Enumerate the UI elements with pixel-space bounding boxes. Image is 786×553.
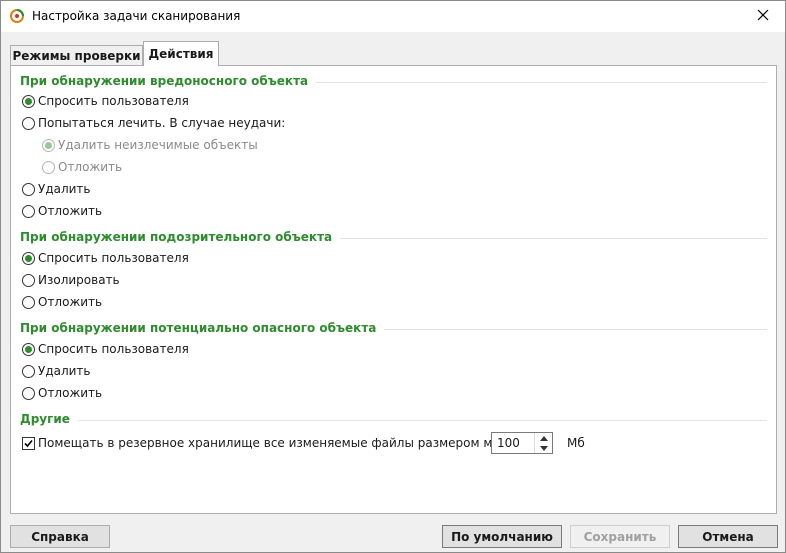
radio-label: Отложить [38,386,103,400]
section-title-other: Другие [20,412,78,426]
save-button[interactable]: Сохранить [570,525,670,548]
radio-indicator [22,295,35,309]
help-button[interactable]: Справка [10,525,110,548]
restore-defaults-button[interactable]: По умолчанию [442,525,562,548]
malicious-postpone-radio[interactable]: Отложить [22,204,102,218]
section-divider [20,420,767,421]
chevron-down-icon [539,445,548,451]
radio-indicator [42,138,55,152]
radio-indicator [22,94,35,108]
radio-label: Отложить [38,204,103,218]
tab-actions[interactable]: Действия [143,41,219,66]
spin-up-button[interactable] [535,433,552,443]
section-title-suspicious: При обнаружении подозрительного объекта [20,230,341,244]
dangerous-ask-user-radio[interactable]: Спросить пользователя [22,342,189,356]
section-title-malicious: При обнаружении вредоносного объекта [20,74,317,88]
radio-label: Изолировать [38,273,120,287]
close-icon [757,9,769,24]
radio-indicator [22,342,35,356]
radio-label: Отложить [38,295,103,309]
backup-checkbox-label: Помещать в резервное хранилище все измен… [38,436,523,450]
cancel-button[interactable]: Отмена [678,525,778,548]
malicious-try-cure-radio[interactable]: Попытаться лечить. В случае неудачи: [22,116,285,130]
dialog-window: Настройка задачи сканирования Режимы про… [0,0,786,553]
chevron-up-icon [539,435,548,441]
tab-scan-modes[interactable]: Режимы проверки [10,45,143,66]
dangerous-delete-radio[interactable]: Удалить [22,364,91,378]
radio-label: Удалить [38,182,91,196]
malicious-delete-incurable-radio[interactable]: Удалить неизлечимые объекты [42,138,258,152]
radio-indicator [22,251,35,265]
malicious-cure-postpone-radio[interactable]: Отложить [42,160,122,174]
malicious-ask-user-radio[interactable]: Спросить пользователя [22,94,189,108]
backup-checkbox[interactable] [22,436,35,450]
size-unit-label: Мб [567,436,585,450]
radio-label: Попытаться лечить. В случае неудачи: [38,116,286,130]
section-title-potentially-dangerous: При обнаружении потенциально опасного об… [20,321,385,335]
close-button[interactable] [740,1,785,32]
spin-down-button[interactable] [535,443,552,453]
window-title: Настройка задачи сканирования [32,9,241,23]
radio-label: Удалить неизлечимые объекты [58,138,258,152]
radio-label: Спросить пользователя [38,251,189,265]
checkmark-icon [24,439,33,447]
radio-indicator [42,160,55,174]
suspicious-ask-user-radio[interactable]: Спросить пользователя [22,251,189,265]
radio-indicator [22,273,35,287]
size-limit-stepper[interactable]: 100 [491,432,553,454]
suspicious-postpone-radio[interactable]: Отложить [22,295,102,309]
size-limit-value[interactable]: 100 [492,433,534,453]
malicious-delete-radio[interactable]: Удалить [22,182,91,196]
radio-indicator [22,204,35,218]
actions-panel: При обнаружении вредоносного объекта Спр… [10,65,777,514]
radio-indicator [22,116,35,130]
radio-label: Спросить пользователя [38,342,189,356]
app-logo-icon [10,9,24,23]
spin-arrows [534,433,552,453]
radio-label: Отложить [58,160,123,174]
radio-indicator [22,386,35,400]
backup-checkbox-row[interactable]: Помещать в резервное хранилище все измен… [22,436,522,450]
radio-indicator [22,182,35,196]
radio-label: Удалить [38,364,91,378]
radio-label: Спросить пользователя [38,94,189,108]
dangerous-postpone-radio[interactable]: Отложить [22,386,102,400]
suspicious-quarantine-radio[interactable]: Изолировать [22,273,120,287]
title-bar: Настройка задачи сканирования [1,1,785,32]
radio-indicator [22,364,35,378]
